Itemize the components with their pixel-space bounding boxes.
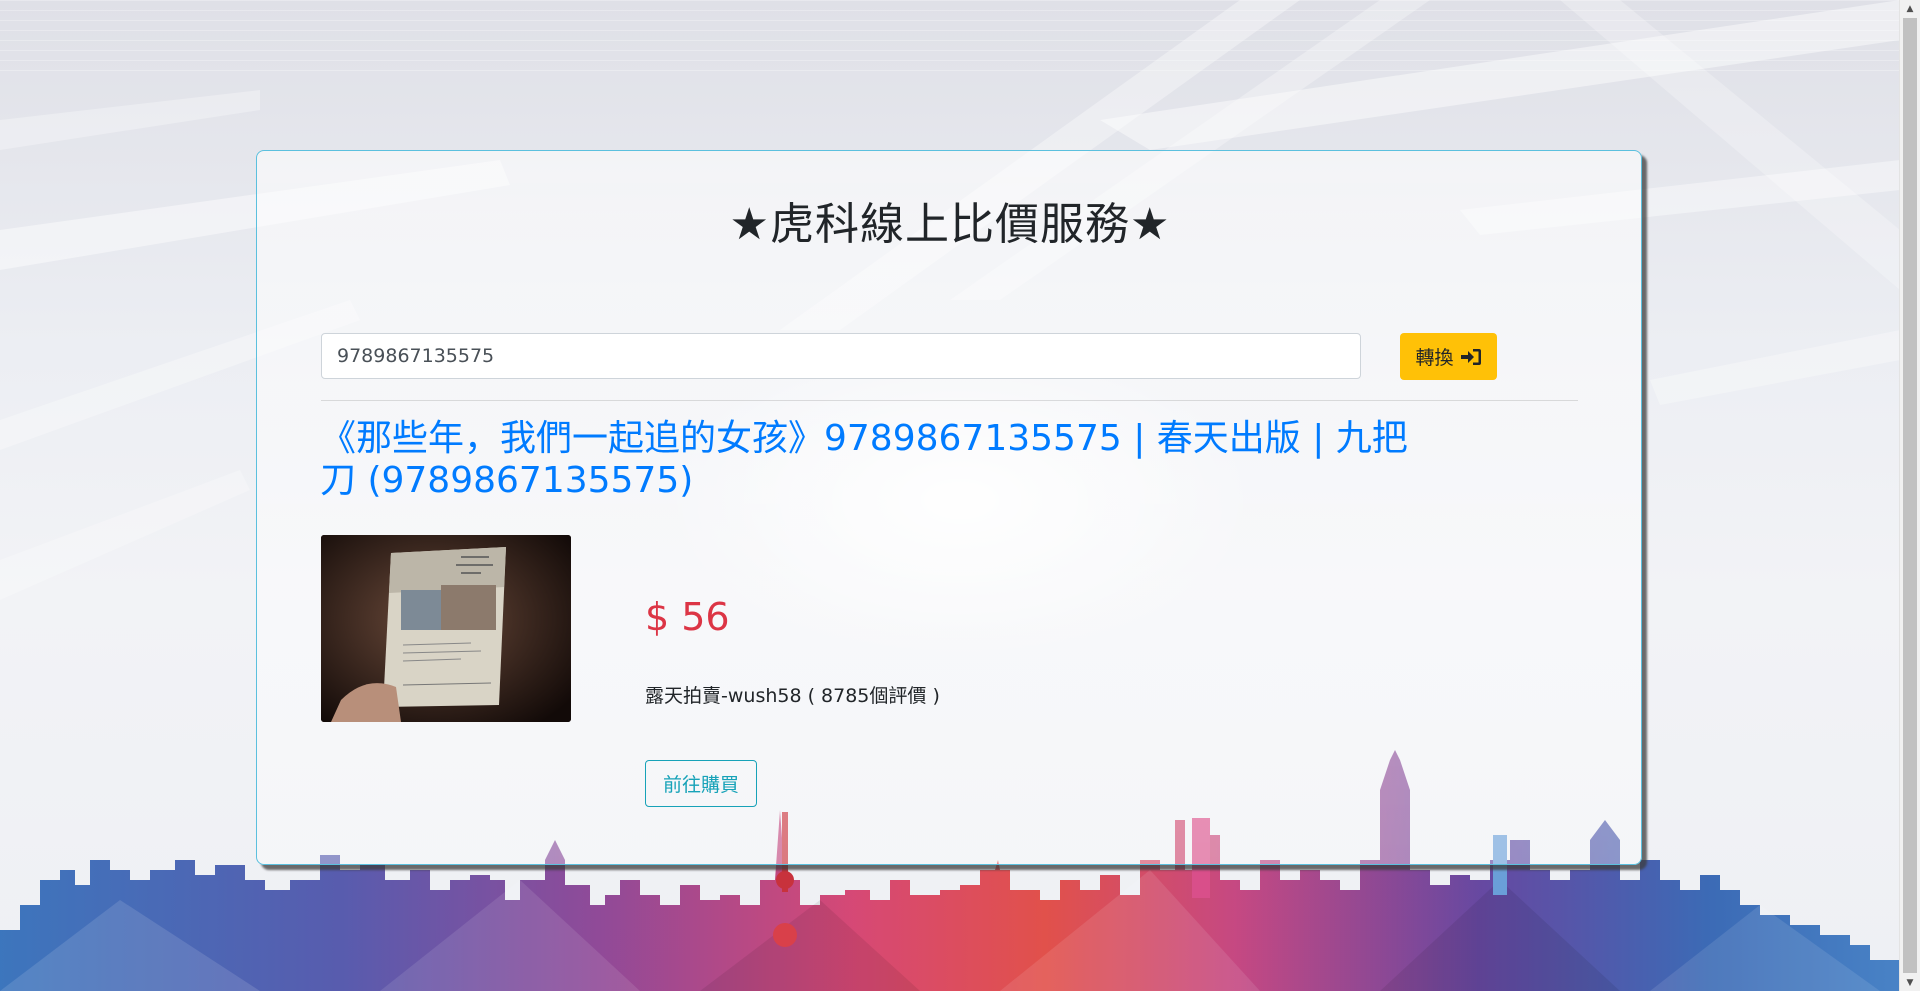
isbn-search-input[interactable]	[321, 333, 1361, 379]
section-divider	[321, 400, 1578, 401]
product-title-link[interactable]: 《那些年，我們一起追的女孩》9789867135575 | 春天出版 | 九把刀…	[320, 418, 1440, 502]
product-image	[321, 535, 571, 722]
convert-button-label: 轉換	[1415, 347, 1454, 369]
sign-in-icon	[1460, 348, 1482, 366]
seller-info: 露天拍賣-wush58 ( 8785個評價 )	[645, 685, 940, 707]
go-to-purchase-button[interactable]: 前往購買	[645, 760, 757, 807]
scroll-thumb[interactable]	[1903, 18, 1917, 973]
convert-button[interactable]: 轉換	[1400, 333, 1497, 380]
scroll-down-arrow-icon[interactable]: ▼	[1900, 974, 1920, 991]
product-price: $ 56	[645, 595, 730, 639]
scroll-up-arrow-icon[interactable]: ▲	[1900, 0, 1920, 17]
page-title: ★虎科線上比價服務★	[729, 199, 1171, 250]
search-panel	[256, 150, 1642, 865]
page-scrollbar[interactable]: ▲ ▼	[1899, 0, 1920, 991]
